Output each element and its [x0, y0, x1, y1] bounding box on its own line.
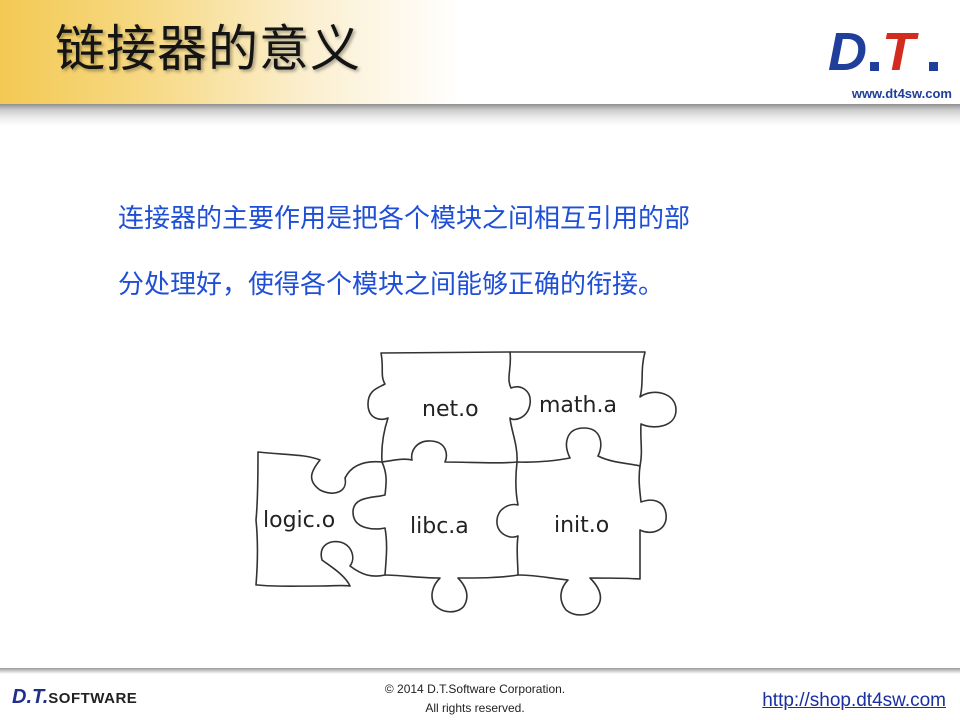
puzzle-label-math: math.a	[539, 393, 617, 418]
copyright-notice: © 2014 D.T.Software Corporation. All rig…	[330, 680, 620, 718]
puzzle-label-init: init.o	[554, 513, 609, 538]
puzzle-label-logic: logic.o	[263, 508, 335, 533]
footer-logo: D.T.SOFTWARE	[12, 686, 137, 710]
footer-divider	[0, 668, 960, 674]
puzzle-label-net: net.o	[422, 397, 479, 422]
copyright-line-1: © 2014 D.T.Software Corporation.	[384, 682, 566, 696]
copyright-line-2: All rights reserved.	[425, 701, 525, 715]
puzzle-seam-middle	[381, 427, 641, 467]
puzzle-label-libc: libc.a	[410, 514, 469, 539]
footer-logo-dt: D.T.	[12, 686, 49, 708]
shop-link[interactable]: http://shop.dt4sw.com	[762, 690, 946, 712]
puzzle-diagram: net.o math.a logic.o libc.a init.o	[255, 351, 677, 616]
puzzle-piece-init-outline	[517, 465, 667, 616]
puzzle-piece-math-outline	[508, 351, 531, 463]
footer-logo-software: SOFTWARE	[48, 690, 138, 707]
